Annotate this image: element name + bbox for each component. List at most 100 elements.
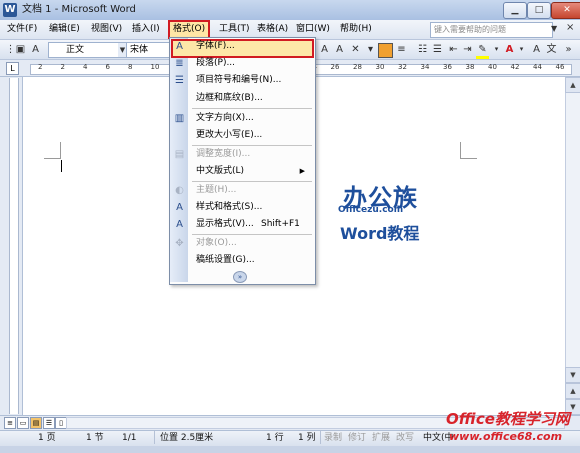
status-section: 1 节 [86,433,104,443]
menu-item-theme: ◐ 主题(H)... [170,182,313,199]
menu-item-paragraph[interactable]: ≣ 段落(P)... [170,55,313,72]
font-A-icon: A [176,41,183,52]
menu-file[interactable]: 文件(F) [4,22,40,37]
tab-selector[interactable]: L [6,62,19,75]
print-view-icon[interactable]: ▤ [30,417,42,429]
chevron-down-icon[interactable]: ▾ [490,43,503,56]
ruler-number: 34 [420,63,430,71]
font-combobox[interactable]: 宋体 [126,42,171,58]
ruler-number: 6 [105,63,110,71]
help-search-input[interactable]: 键入需要帮助的问题 [430,22,553,38]
close-icon[interactable]: ✕ [551,2,580,19]
web-view-icon[interactable]: ▭ [17,417,29,429]
menu-window[interactable]: 窗口(W) [293,22,333,37]
numbering-icon[interactable]: ☷ [416,43,429,56]
decrease-indent-icon[interactable]: ⇤ [447,43,460,56]
border-icon[interactable] [378,43,393,58]
style-combobox[interactable]: 正文 ▼ [48,42,128,58]
menu-table[interactable]: 表格(A) [254,22,291,37]
ruler-number: 2 [38,63,43,71]
menu-edit[interactable]: 编辑(E) [46,22,83,37]
logo-url: Officezu.com [338,205,404,215]
align-left-icon[interactable]: ≡ [395,43,408,56]
char-shading-icon[interactable]: A [333,43,346,56]
highlight-icon[interactable]: ✎ [476,43,489,59]
ruler-number: 28 [353,63,362,71]
chevron-down-icon[interactable]: ▾ [515,43,528,56]
menu-separator [192,108,312,109]
font-value: 宋体 [130,45,149,55]
menu-item-manuscript[interactable]: 稿纸设置(G)... [170,252,313,269]
phonetic-guide-icon[interactable]: 文 [545,43,558,56]
object-icon: ✥ [175,238,184,249]
margin-corner-top-left [44,142,61,159]
status-page: 1 页 [38,433,56,443]
grow-font-icon[interactable]: A [530,43,543,56]
style-pane-icon[interactable]: A [29,43,42,56]
scroll-up-icon[interactable]: ▲ [565,77,580,93]
outline-view-icon[interactable]: ☰ [43,417,55,429]
expand-menu-icon[interactable]: » [233,271,247,283]
watermark-url: www.office68.com [449,430,563,443]
menu-item-asian-layout[interactable]: 中文版式(L) ▶ [170,163,313,180]
status-ovr[interactable]: 改写 [396,432,414,444]
status-column: 1 列 [298,433,316,443]
ruler-number: 2 [60,63,65,71]
status-pages: 1/1 [122,433,137,443]
menu-item-fit-width: ▤ 调整宽度(I)... [174,149,251,160]
margin-corner-top-right [460,142,477,159]
char-scale-icon[interactable]: ✕ [349,43,362,56]
bullets-icon[interactable]: ☰ [431,43,444,56]
menu-insert[interactable]: 插入(I) [129,22,163,37]
paragraph-icon: ≣ [175,58,184,69]
bold-A-icon[interactable]: A [318,43,331,56]
status-rec[interactable]: 录制 [324,432,342,444]
window-title: 文档 1 - Microsoft Word [22,4,136,15]
bullets-icon: ☰ [175,75,184,86]
save-icon[interactable]: ▣ [14,43,27,56]
menu-item-text-direction[interactable]: 文字方向(X)... [170,110,313,127]
menu-tools[interactable]: 工具(T) [216,22,253,37]
menu-view[interactable]: 视图(V) [88,22,125,37]
normal-view-icon[interactable]: ≡ [4,417,16,429]
ruler-number: 26 [330,63,340,71]
increase-indent-icon[interactable]: ⇥ [461,43,474,56]
watermark-title: Office教程学习网 [446,410,570,428]
prev-page-icon[interactable]: ▲ [565,383,580,399]
vertical-ruler-text-area [9,78,19,414]
toolbar-options-icon[interactable]: » [562,43,575,56]
status-divider [320,431,321,444]
maximize-icon[interactable]: □ [527,2,551,19]
document-close-icon[interactable]: × [566,22,574,33]
logo-subtitle: Word教程 [340,224,420,243]
status-position: 位置 2.5厘米 [160,433,214,443]
word-app-icon[interactable]: W [3,3,17,17]
menu-item-object: ✥ 对象(O)... [170,235,313,252]
ruler-number: 46 [555,63,565,71]
chevron-down-icon[interactable]: ▾ [364,43,377,56]
status-trk[interactable]: 修订 [348,432,366,444]
menu-item-borders[interactable]: 边框和底纹(B)... [170,90,313,107]
shortcut-label: Shift+F1 [261,219,300,229]
menu-item-styles[interactable]: A 样式和格式(S)... [170,199,313,216]
status-ext[interactable]: 扩展 [372,432,390,444]
status-divider [154,431,155,444]
menu-item-bullets[interactable]: ☰ 项目符号和编号(N)... [170,72,313,89]
ruler-number: 42 [510,63,520,71]
minimize-icon[interactable]: ▁ [503,2,527,19]
submenu-arrow-icon: ▶ [299,167,305,175]
menu-help[interactable]: 帮助(H) [337,22,375,37]
menu-item-change-case[interactable]: 更改大小写(E)... [170,127,313,144]
ruler-number: 38 [465,63,475,71]
styles-icon: A [176,202,183,213]
scroll-down-icon[interactable]: ▼ [565,367,580,383]
menu-item-reveal-formatting[interactable]: A 显示格式(V)... Shift+F1 [170,216,313,233]
fit-width-icon: ▤ [174,149,185,160]
theme-icon: ◐ [175,185,184,196]
text-cursor [61,160,62,172]
menu-item-font[interactable]: A 字体(F)... [170,38,313,55]
style-value: 正文 [66,45,85,55]
ruler-number: 4 [83,63,88,71]
chevron-down-icon[interactable]: ▼ [551,24,557,33]
vertical-scrollbar[interactable] [565,77,580,415]
